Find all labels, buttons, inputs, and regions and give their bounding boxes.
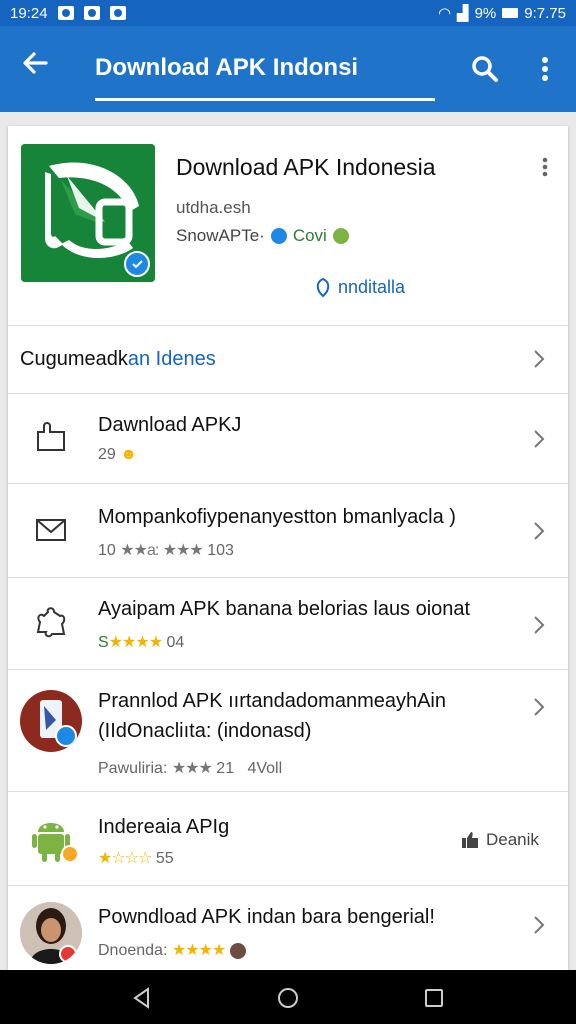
list-item-title: Ayaipam APK banana belorias laus oionat [98, 598, 471, 620]
mail-icon [32, 510, 72, 550]
content-card: Download APK Indonesia utdha.esh SnowAPT… [8, 126, 568, 976]
chevron-right-icon [534, 350, 545, 368]
section-header[interactable]: Cugumeadkan Idenes [8, 326, 568, 394]
app-name: Download APK Indonesia [176, 154, 436, 180]
list-item[interactable]: Ayaipam APK banana belorias laus oionat … [8, 578, 568, 670]
section-title-prefix: Cugumeadk [20, 348, 128, 370]
list-item-subtitle: ★☆☆☆ 55 [98, 850, 174, 867]
chevron-right-icon [534, 430, 545, 448]
thumb-icon [462, 832, 478, 848]
more-vert-icon[interactable] [540, 156, 550, 178]
home-nav-icon[interactable] [276, 986, 300, 1010]
puzzle-icon [32, 604, 72, 644]
list-item-title: Mompankofiypenanyestton bmanlyacla ) [98, 506, 456, 528]
list-item[interactable]: Dawnload APKJ 29 ☻ [8, 394, 568, 484]
heart-icon [316, 277, 330, 298]
notification-icon [57, 6, 74, 20]
list-item[interactable]: Powndload APK indan bara bengerial! Dnoe… [8, 886, 568, 976]
list-item-subtitle: Pawuliria: ★★★ 21 4Voll [98, 760, 283, 777]
meta-text: SnowAPTe· [176, 226, 265, 245]
app-logo-icon[interactable] [21, 144, 155, 282]
download-button[interactable]: Deanik [460, 830, 539, 850]
more-vert-icon[interactable] [535, 54, 555, 84]
app-meta: SnowAPTe· Covi [176, 226, 349, 246]
recents-nav-icon[interactable] [422, 986, 446, 1010]
chevron-right-icon [534, 916, 545, 934]
list-item[interactable]: Prannlod APK ıırtandadomanmeayhAin (IIdO… [8, 670, 568, 792]
battery-icon [502, 8, 519, 18]
meta-badge-label: Covi [292, 226, 327, 245]
wifi-icon: ◠ [437, 5, 452, 22]
install-button[interactable]: nnditalla [314, 276, 405, 298]
list-item-subtitle: Dnoenda: ★★★★ [98, 940, 246, 960]
list-item[interactable]: Indereaia APIg ★☆☆☆ 55 Deanik [8, 792, 568, 886]
notification-icon [109, 6, 126, 20]
battery-percent: 9% [474, 4, 497, 22]
chevron-right-icon [534, 616, 545, 634]
app-bar: Download APK Indonsi [0, 26, 576, 112]
page-title: Download APK Indonsi [95, 54, 359, 81]
section-title: Cugumeadkan Idenes [20, 348, 216, 371]
verified-icon [332, 228, 349, 244]
back-nav-icon[interactable] [130, 986, 154, 1010]
list-item-title-line2: (IIdOnacliıta: (indonasd) [98, 720, 312, 742]
status-bar: 19:24 ◠ ▟ 9% 9:7.75 [0, 0, 576, 26]
list-item-title: Powndload APK indan bara bengerial! [98, 906, 435, 928]
title-underline [95, 98, 435, 101]
status-clock-right: 9:7.75 [524, 4, 566, 22]
phone-app-icon [20, 690, 82, 752]
bag-icon [32, 416, 72, 456]
download-label: Deanik [486, 830, 539, 849]
android-icon [24, 806, 86, 868]
signal-icon: ▟ [457, 5, 469, 22]
chevron-right-icon [534, 522, 545, 540]
section-title-suffix: an Idenes [127, 348, 216, 370]
list-item-title: Indereaia APIg [98, 816, 230, 838]
status-time: 19:24 [10, 4, 48, 22]
list-item[interactable]: Mompankofiypenanyestton bmanlyacla ) 10 … [8, 484, 568, 578]
system-nav-bar [0, 970, 576, 1024]
notification-icon [83, 6, 100, 20]
developer-name: utdha.esh [176, 198, 251, 217]
back-arrow-icon[interactable] [20, 48, 50, 84]
install-label: nnditalla [338, 276, 406, 297]
list-item-subtitle: 10 ★★a: ★★★ 103 [98, 542, 234, 559]
avatar [20, 902, 82, 964]
badge-icon [270, 228, 287, 244]
chevron-right-icon [534, 698, 545, 716]
list-item-title: Dawnload APKJ [98, 414, 242, 436]
list-item-title: Prannlod APK ıırtandadomanmeayhAin [98, 690, 446, 712]
list-item-subtitle: 29 ☻ [98, 446, 137, 463]
list-item-subtitle: S★★★★ 04 [98, 634, 185, 651]
search-icon[interactable] [470, 54, 500, 84]
app-header: Download APK Indonesia utdha.esh SnowAPT… [8, 126, 568, 326]
